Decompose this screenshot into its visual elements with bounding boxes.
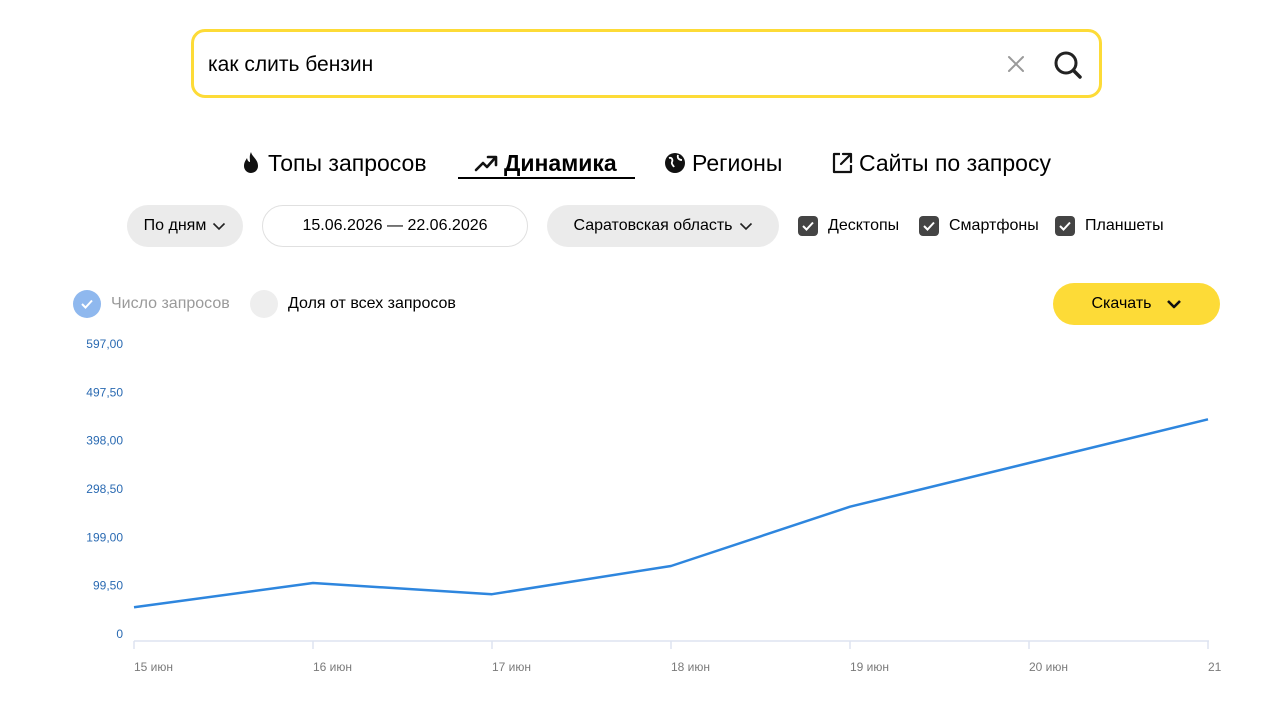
search-icon: [1054, 51, 1082, 79]
search-button[interactable]: [1048, 45, 1088, 85]
radio-dot[interactable]: [250, 290, 278, 318]
region-select[interactable]: Саратовская область: [547, 205, 779, 247]
y-tick-label: 497,50: [86, 385, 123, 399]
y-tick-label: 398,00: [86, 434, 123, 448]
checkmark-icon: [1059, 221, 1071, 231]
metric-count-radio[interactable]: Число запросов: [73, 290, 230, 318]
tab-label: Динамика: [504, 149, 617, 176]
search-bar: [191, 29, 1102, 98]
checkbox[interactable]: [1055, 216, 1075, 236]
date-range-value: 15.06.2026 — 22.06.2026: [302, 217, 488, 234]
tab-top-queries[interactable]: Топы запросов: [240, 143, 427, 183]
y-tick-label: 0: [116, 627, 123, 641]
chevron-down-icon: [739, 222, 752, 231]
x-tick-label: 16 июн: [313, 660, 352, 674]
search-input[interactable]: [208, 52, 968, 78]
chevron-down-icon: [1166, 300, 1181, 309]
x-tick-label: 20 июн: [1029, 660, 1068, 674]
chevron-down-icon: [213, 222, 226, 231]
tab-label: Топы запросов: [268, 149, 427, 176]
clear-search-button[interactable]: [1000, 48, 1032, 80]
checkmark-icon: [923, 221, 935, 231]
checkmark-icon: [81, 299, 93, 309]
tab-regions[interactable]: Регионы: [664, 143, 782, 183]
y-tick-label: 199,00: [86, 530, 123, 544]
date-range-picker[interactable]: 15.06.2026 — 22.06.2026: [262, 205, 528, 247]
checkbox[interactable]: [798, 216, 818, 236]
tab-label: Регионы: [692, 149, 783, 176]
x-tick-label: 21: [1208, 660, 1222, 674]
x-tick-label: 17 июн: [492, 660, 531, 674]
device-tablet-checkbox[interactable]: Планшеты: [1055, 215, 1164, 237]
series-line: [133, 418, 1209, 609]
query-dynamics-chart: 597,00 497,50 398,00 298,50 199,00 99,50 0 15 …: [86, 337, 1222, 674]
download-label: Скачать: [1091, 295, 1152, 312]
checkbox[interactable]: [919, 216, 939, 236]
radio-dot[interactable]: [73, 290, 101, 318]
close-icon: [1008, 56, 1024, 72]
region-value: Саратовская область: [573, 217, 733, 234]
globe-icon: [665, 153, 685, 173]
download-button[interactable]: Скачать: [1053, 283, 1220, 325]
x-tick-label: 15 июн: [134, 660, 173, 674]
y-tick-label: 597,00: [86, 337, 123, 351]
x-tick-label: 19 июн: [850, 660, 889, 674]
trend-up-icon: [474, 155, 498, 172]
metric-share-radio[interactable]: Доля от всех запросов: [250, 290, 456, 318]
tab-label: Сайты по запросу: [859, 149, 1051, 176]
period-select[interactable]: По дням: [127, 205, 243, 247]
checkbox-label: Десктопы: [828, 217, 900, 234]
y-tick-label: 99,50: [93, 579, 123, 593]
checkmark-icon: [802, 221, 814, 231]
period-value: По дням: [143, 217, 207, 234]
metric-share-label: Доля от всех запросов: [288, 295, 456, 312]
tab-sites[interactable]: Сайты по запросу: [831, 143, 1051, 183]
metric-count-label: Число запросов: [111, 295, 230, 312]
device-desktop-checkbox[interactable]: Десктопы: [798, 215, 899, 237]
y-tick-label: 298,50: [86, 482, 123, 496]
active-tab-underline: [458, 177, 635, 179]
device-smartphone-checkbox[interactable]: Смартфоны: [919, 215, 1039, 237]
checkbox-label: Смартфоны: [949, 217, 1039, 234]
external-link-icon: [832, 152, 853, 174]
x-tick-label: 18 июн: [671, 660, 710, 674]
flame-icon: [244, 152, 258, 173]
checkbox-label: Планшеты: [1085, 217, 1164, 234]
